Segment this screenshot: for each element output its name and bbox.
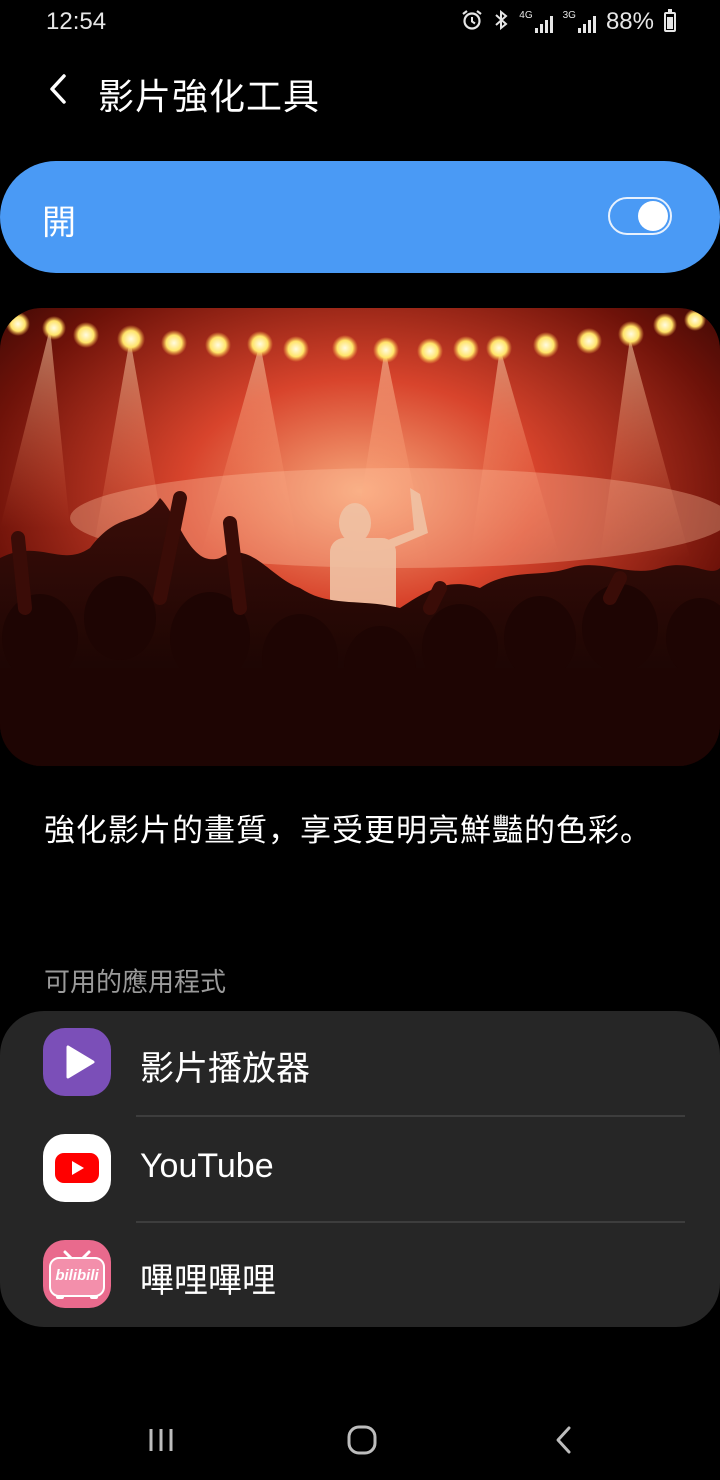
app-name: 嗶哩嗶哩	[140, 1262, 276, 1300]
app-item-youtube[interactable]: YouTube	[0, 1117, 720, 1223]
network-label-2: 3G	[562, 10, 576, 21]
network-label-1: 4G	[519, 10, 533, 21]
youtube-icon	[43, 1134, 111, 1202]
signal-icon-2: 3G	[563, 11, 596, 33]
app-name: 影片播放器	[140, 1050, 310, 1088]
concert-image	[0, 308, 720, 766]
bluetooth-icon	[493, 9, 509, 36]
app-bar: 影片強化工具	[0, 58, 720, 128]
app-item-video-player[interactable]: 影片播放器	[0, 1011, 720, 1117]
signal-icon: 4G	[519, 10, 553, 33]
battery-percentage: 88%	[605, 8, 654, 35]
master-switch-bar[interactable]: 開	[0, 161, 720, 273]
nav-back-button[interactable]	[534, 1422, 594, 1462]
app-list: 影片播放器 YouTube bilibili 嗶哩嗶哩	[0, 1011, 720, 1327]
nav-back-icon	[554, 1425, 574, 1459]
alarm-icon	[461, 9, 483, 36]
status-bar: 12:54 4G 3G 88%	[0, 0, 720, 44]
toggle-knob	[638, 201, 668, 231]
feature-description: 強化影片的畫質，享受更明亮鮮豔的色彩。	[44, 813, 652, 849]
available-apps-header: 可用的應用程式	[44, 968, 227, 998]
app-name: YouTube	[140, 1147, 274, 1185]
master-toggle[interactable]	[608, 197, 672, 235]
status-time: 12:54	[46, 8, 107, 35]
master-switch-label: 開	[42, 203, 76, 243]
back-button[interactable]	[36, 66, 80, 116]
bilibili-icon-text: bilibili	[55, 1267, 99, 1284]
app-item-bilibili[interactable]: bilibili 嗶哩嗶哩	[0, 1223, 720, 1329]
status-icons: 4G 3G 88%	[461, 8, 676, 36]
battery-icon	[664, 9, 676, 32]
recent-apps-button[interactable]	[131, 1422, 191, 1462]
video-player-icon	[43, 1028, 111, 1096]
recent-apps-icon	[146, 1426, 176, 1458]
navigation-bar	[0, 1400, 720, 1480]
bilibili-icon: bilibili	[43, 1240, 111, 1308]
page-title: 影片強化工具	[98, 77, 321, 118]
home-icon	[346, 1424, 378, 1460]
chevron-left-icon	[47, 72, 69, 110]
home-button[interactable]	[332, 1422, 392, 1462]
